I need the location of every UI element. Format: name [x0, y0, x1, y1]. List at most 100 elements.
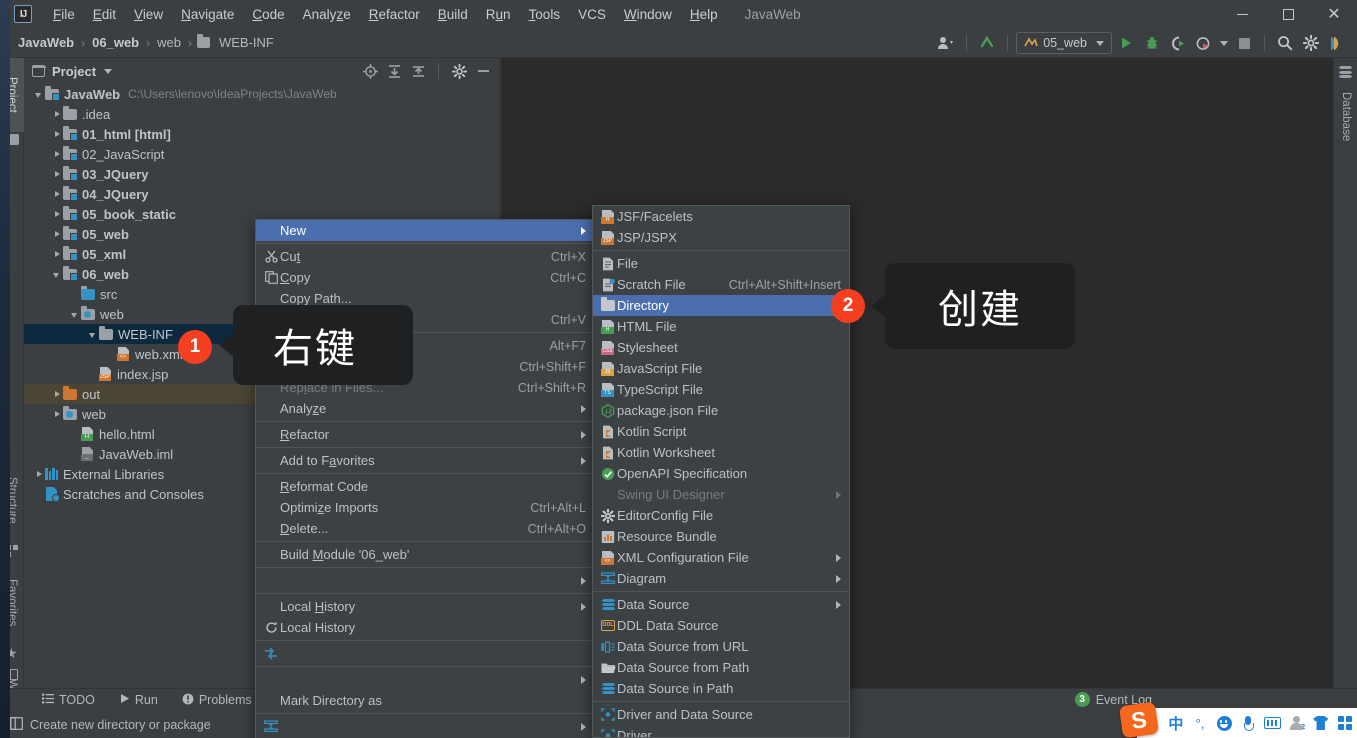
- chevron-down-icon[interactable]: [104, 68, 113, 74]
- profiler-icon[interactable]: [1192, 31, 1216, 55]
- soft-keyboard-icon[interactable]: [1260, 708, 1284, 738]
- menu-navigate[interactable]: Navigate: [172, 4, 243, 25]
- status-item-problems[interactable]: Problems: [170, 693, 264, 708]
- breadcrumb-item-web[interactable]: web: [153, 33, 185, 52]
- context-menu-item-delete[interactable]: Delete... Ctrl+Alt+O: [256, 518, 594, 539]
- chevron-right-icon[interactable]: [52, 109, 63, 120]
- context-menu-item-cut[interactable]: Cut Ctrl+X: [256, 246, 594, 267]
- context-menu-item-open-in[interactable]: [256, 570, 594, 591]
- submenu-item-data-source-from-url[interactable]: Data Source from URL: [593, 636, 849, 657]
- breadcrumb-item-webinf[interactable]: WEB-INF: [215, 33, 278, 52]
- submenu-item-driver-and-data-source[interactable]: Driver and Data Source: [593, 704, 849, 725]
- maximize-button[interactable]: [1265, 0, 1311, 28]
- context-menu-item-remove-bom[interactable]: Mark Directory as: [256, 690, 594, 711]
- submenu-item-directory[interactable]: Directory: [593, 295, 849, 316]
- breadcrumb-item-module[interactable]: 06_web: [88, 33, 143, 52]
- voice-input-icon[interactable]: [1236, 708, 1260, 738]
- menu-analyze[interactable]: Analyze: [294, 4, 360, 25]
- update-project-icon[interactable]: [975, 31, 999, 55]
- context-menu-item-diagrams[interactable]: [256, 716, 594, 737]
- context-menu-item-add-to-favorites[interactable]: Add to Favorites: [256, 450, 594, 471]
- skin-icon[interactable]: [1309, 708, 1333, 738]
- breadcrumb-item-project[interactable]: JavaWeb: [14, 33, 78, 52]
- submenu-item-data-source-in-path[interactable]: Data Source in Path: [593, 678, 849, 699]
- chevron-right-icon[interactable]: [52, 409, 63, 420]
- chevron-down-icon[interactable]: [70, 309, 81, 320]
- tree-row-03-jquery[interactable]: 03_JQuery: [24, 164, 499, 184]
- context-menu-item-reformat-code[interactable]: Reformat Code: [256, 476, 594, 497]
- select-opened-file-icon[interactable]: [360, 61, 380, 81]
- debug-icon[interactable]: [1140, 31, 1164, 55]
- chevron-right-icon[interactable]: [52, 389, 63, 400]
- collapse-all-icon[interactable]: [408, 61, 428, 81]
- menu-refactor[interactable]: Refactor: [360, 4, 429, 25]
- status-item-run[interactable]: Run: [107, 693, 170, 707]
- submenu-item-editorconfig-file[interactable]: EditorConfig File: [593, 505, 849, 526]
- submenu-item-data-source[interactable]: Data Source: [593, 594, 849, 615]
- menu-window[interactable]: Window: [615, 4, 681, 25]
- sidebar-item-database[interactable]: Database: [1334, 82, 1357, 152]
- search-everywhere-icon[interactable]: [1273, 31, 1297, 55]
- menu-view[interactable]: View: [125, 4, 172, 25]
- run-configuration-selector[interactable]: 05_web: [1016, 32, 1112, 54]
- settings-gear-icon[interactable]: [1299, 31, 1323, 55]
- menu-run[interactable]: Run: [477, 4, 520, 25]
- stop-icon[interactable]: [1232, 31, 1256, 55]
- context-menu-item-analyze[interactable]: Analyze: [256, 398, 594, 419]
- menu-help[interactable]: Help: [681, 4, 727, 25]
- expand-all-icon[interactable]: [384, 61, 404, 81]
- chevron-right-icon[interactable]: [52, 229, 63, 240]
- run-icon[interactable]: [1114, 31, 1138, 55]
- submenu-item-file[interactable]: File: [593, 253, 849, 274]
- chevron-down-icon[interactable]: [34, 89, 45, 100]
- submenu-item-html-file[interactable]: H HTML File: [593, 316, 849, 337]
- context-menu-item-local-history[interactable]: Local History: [256, 596, 594, 617]
- tree-row-01-html[interactable]: 01_html [html]: [24, 124, 499, 144]
- chevron-right-icon[interactable]: [34, 469, 45, 480]
- settings-gear-icon[interactable]: [449, 61, 469, 81]
- profiler-dropdown-icon[interactable]: [1218, 31, 1230, 55]
- sogou-logo-icon[interactable]: S: [1118, 701, 1160, 738]
- submenu-item-javascript-file[interactable]: JS JavaScript File: [593, 358, 849, 379]
- chevron-right-icon[interactable]: [52, 189, 63, 200]
- context-menu-item-mark-directory-as[interactable]: [256, 669, 594, 690]
- tree-row-04-jquery[interactable]: 04_JQuery: [24, 184, 499, 204]
- chevron-right-icon[interactable]: [52, 209, 63, 220]
- submenu-item-stylesheet[interactable]: CSS Stylesheet: [593, 337, 849, 358]
- context-menu-item-compare-with[interactable]: [256, 643, 594, 664]
- context-menu-item-optimize-imports[interactable]: Optimize Imports Ctrl+Alt+L: [256, 497, 594, 518]
- menu-tools[interactable]: Tools: [520, 4, 570, 25]
- submenu-item-kotlin-script[interactable]: Kotlin Script: [593, 421, 849, 442]
- chevron-right-icon[interactable]: [52, 129, 63, 140]
- menu-edit[interactable]: Edit: [84, 4, 125, 25]
- submenu-item-diagram[interactable]: Diagram: [593, 568, 849, 589]
- context-menu-item-refactor[interactable]: Refactor: [256, 424, 594, 445]
- toolbox-icon[interactable]: [1333, 708, 1357, 738]
- chevron-down-icon[interactable]: [88, 329, 99, 340]
- tree-row-idea[interactable]: .idea: [24, 104, 499, 124]
- submenu-item-xml-configuration-file[interactable]: <> XML Configuration File: [593, 547, 849, 568]
- menu-build[interactable]: Build: [429, 4, 477, 25]
- submenu-item-jsp-jspx[interactable]: JSP JSP/JSPX: [593, 227, 849, 248]
- hide-icon[interactable]: [473, 61, 493, 81]
- account-icon[interactable]: 12: [1285, 708, 1309, 738]
- chevron-right-icon[interactable]: [52, 249, 63, 260]
- context-menu-item-build-module[interactable]: Build Module '06_web': [256, 544, 594, 565]
- submenu-item-packagejson-file[interactable]: package.json File: [593, 400, 849, 421]
- context-menu-item-copy[interactable]: Copy Ctrl+C: [256, 267, 594, 288]
- context-menu-item-new[interactable]: New: [256, 220, 594, 241]
- chevron-right-icon[interactable]: [52, 169, 63, 180]
- context-menu-item-reload-from-disk[interactable]: Local History: [256, 617, 594, 638]
- new-submenu[interactable]: H JSF/Facelets JSP JSP/JSPX File Scratch…: [592, 205, 850, 738]
- ide-assistant-icon[interactable]: [1325, 31, 1349, 55]
- user-avatar-icon[interactable]: [934, 31, 958, 55]
- submenu-item-driver[interactable]: Driver: [593, 725, 849, 737]
- emoji-icon[interactable]: [1212, 708, 1236, 738]
- tree-row-02-javascript[interactable]: 02_JavaScript: [24, 144, 499, 164]
- submenu-item-openapi-specification[interactable]: OpenAPI Specification: [593, 463, 849, 484]
- submenu-item-resource-bundle[interactable]: Resource Bundle: [593, 526, 849, 547]
- chevron-right-icon[interactable]: [52, 149, 63, 160]
- submenu-item-ddl-data-source[interactable]: DDL DDL Data Source: [593, 615, 849, 636]
- close-button[interactable]: ✕: [1311, 0, 1357, 28]
- menu-file[interactable]: File: [44, 4, 84, 25]
